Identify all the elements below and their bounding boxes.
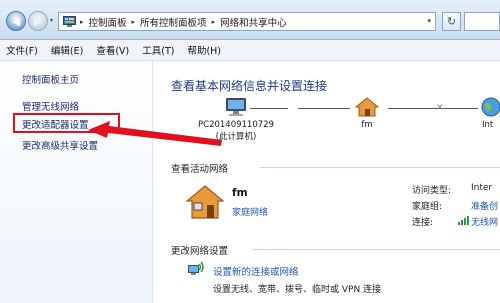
breadcrumb-separator: ▸ bbox=[80, 17, 84, 26]
breadcrumb-network-center[interactable]: 网络和共享中心 bbox=[220, 15, 287, 29]
sidebar-item-manage-wireless[interactable]: 管理无线网络 bbox=[22, 99, 79, 113]
setup-connection-description: 设置无线、宽带、拨号、临时或 VPN 连接 bbox=[213, 285, 382, 295]
refresh-button[interactable]: ↻ bbox=[442, 12, 461, 31]
page-title: 查看基本网络信息并设置连接 bbox=[171, 79, 328, 93]
sidebar-item-control-panel-home[interactable]: 控制面板主页 bbox=[22, 72, 79, 86]
computer-name: PC201409110729 bbox=[198, 120, 274, 130]
map-internet[interactable]: Int bbox=[476, 97, 500, 130]
network-name: fm bbox=[361, 120, 373, 130]
watermark-overlay bbox=[408, 287, 498, 301]
menu-view[interactable]: 查看(V) bbox=[96, 43, 129, 57]
highlight-box bbox=[13, 113, 120, 133]
map-link-line bbox=[298, 108, 350, 109]
access-type-label: 访问类型: bbox=[412, 186, 452, 196]
map-computer[interactable]: PC201409110729 (此计算机) bbox=[186, 97, 286, 142]
control-panel-icon bbox=[63, 16, 76, 27]
refresh-icon: ↻ bbox=[446, 15, 457, 28]
address-dropdown-icon[interactable]: ▾ bbox=[427, 17, 431, 25]
breadcrumb: ▸ 控制面板 ▸ 所有控制面板项 ▸ 网络和共享中心 bbox=[80, 15, 287, 29]
address-bar[interactable]: ▸ 控制面板 ▸ 所有控制面板项 ▸ 网络和共享中心 ▾ bbox=[58, 12, 436, 31]
link-status-icon: ✕ bbox=[436, 103, 444, 113]
section-divider bbox=[252, 249, 500, 250]
setup-connection-link[interactable]: 设置新的连接或网络 bbox=[213, 264, 299, 278]
home-network-icon bbox=[185, 185, 225, 219]
breadcrumb-separator: ▸ bbox=[211, 17, 216, 26]
section-active-networks: 查看活动网络 bbox=[171, 164, 229, 175]
signal-strength-icon bbox=[458, 215, 469, 228]
section-change-settings: 更改网络设置 bbox=[171, 246, 229, 257]
computer-icon bbox=[226, 98, 246, 116]
menu-bar: 文件(F) 编辑(E) 查看(V) 工具(T) 帮助(H) bbox=[0, 40, 500, 61]
forward-button[interactable]: ▶ bbox=[28, 11, 48, 31]
section-divider bbox=[260, 167, 500, 168]
home-network-icon bbox=[354, 97, 380, 117]
computer-sub: (此计算机) bbox=[215, 132, 257, 142]
breadcrumb-control-panel[interactable]: 控制面板 bbox=[89, 15, 127, 29]
homegroup-link[interactable]: 准备创 bbox=[471, 199, 498, 212]
network-setup-icon bbox=[188, 261, 204, 275]
globe-icon bbox=[481, 97, 500, 117]
map-link-line bbox=[250, 108, 288, 109]
menu-help[interactable]: 帮助(H) bbox=[187, 43, 221, 57]
sidebar-item-advanced-sharing[interactable]: 更改高级共享设置 bbox=[22, 138, 98, 152]
internet-name: Int bbox=[482, 120, 494, 130]
map-link-line bbox=[388, 108, 478, 109]
back-button[interactable]: ◀ bbox=[6, 11, 26, 31]
connection-link[interactable]: 无线网 bbox=[471, 215, 498, 228]
network-type-link[interactable]: 家庭网络 bbox=[232, 205, 268, 218]
search-input[interactable] bbox=[464, 12, 500, 31]
menu-file[interactable]: 文件(F) bbox=[6, 43, 38, 57]
homegroup-label: 家庭组: bbox=[412, 202, 443, 212]
address-toolbar: ◀ ▶ ▾ ▸ 控制面板 ▸ 所有控制面板项 ▸ 网络和共享中心 ▾ ↻ bbox=[0, 0, 500, 40]
recent-pages-dropdown[interactable]: ▾ bbox=[50, 17, 53, 24]
connection-label: 连接: bbox=[412, 218, 434, 228]
menu-tools[interactable]: 工具(T) bbox=[142, 43, 174, 57]
breadcrumb-separator: ▸ bbox=[131, 17, 136, 26]
breadcrumb-all-items[interactable]: 所有控制面板项 bbox=[140, 15, 207, 29]
active-network-name: fm bbox=[232, 187, 248, 199]
map-network[interactable]: fm bbox=[345, 97, 389, 130]
task-sidebar: 控制面板主页 管理无线网络 更改适配器设置 更改高级共享设置 bbox=[0, 61, 153, 303]
access-type-value: Inter bbox=[471, 183, 493, 193]
menu-edit[interactable]: 编辑(E) bbox=[51, 43, 83, 57]
